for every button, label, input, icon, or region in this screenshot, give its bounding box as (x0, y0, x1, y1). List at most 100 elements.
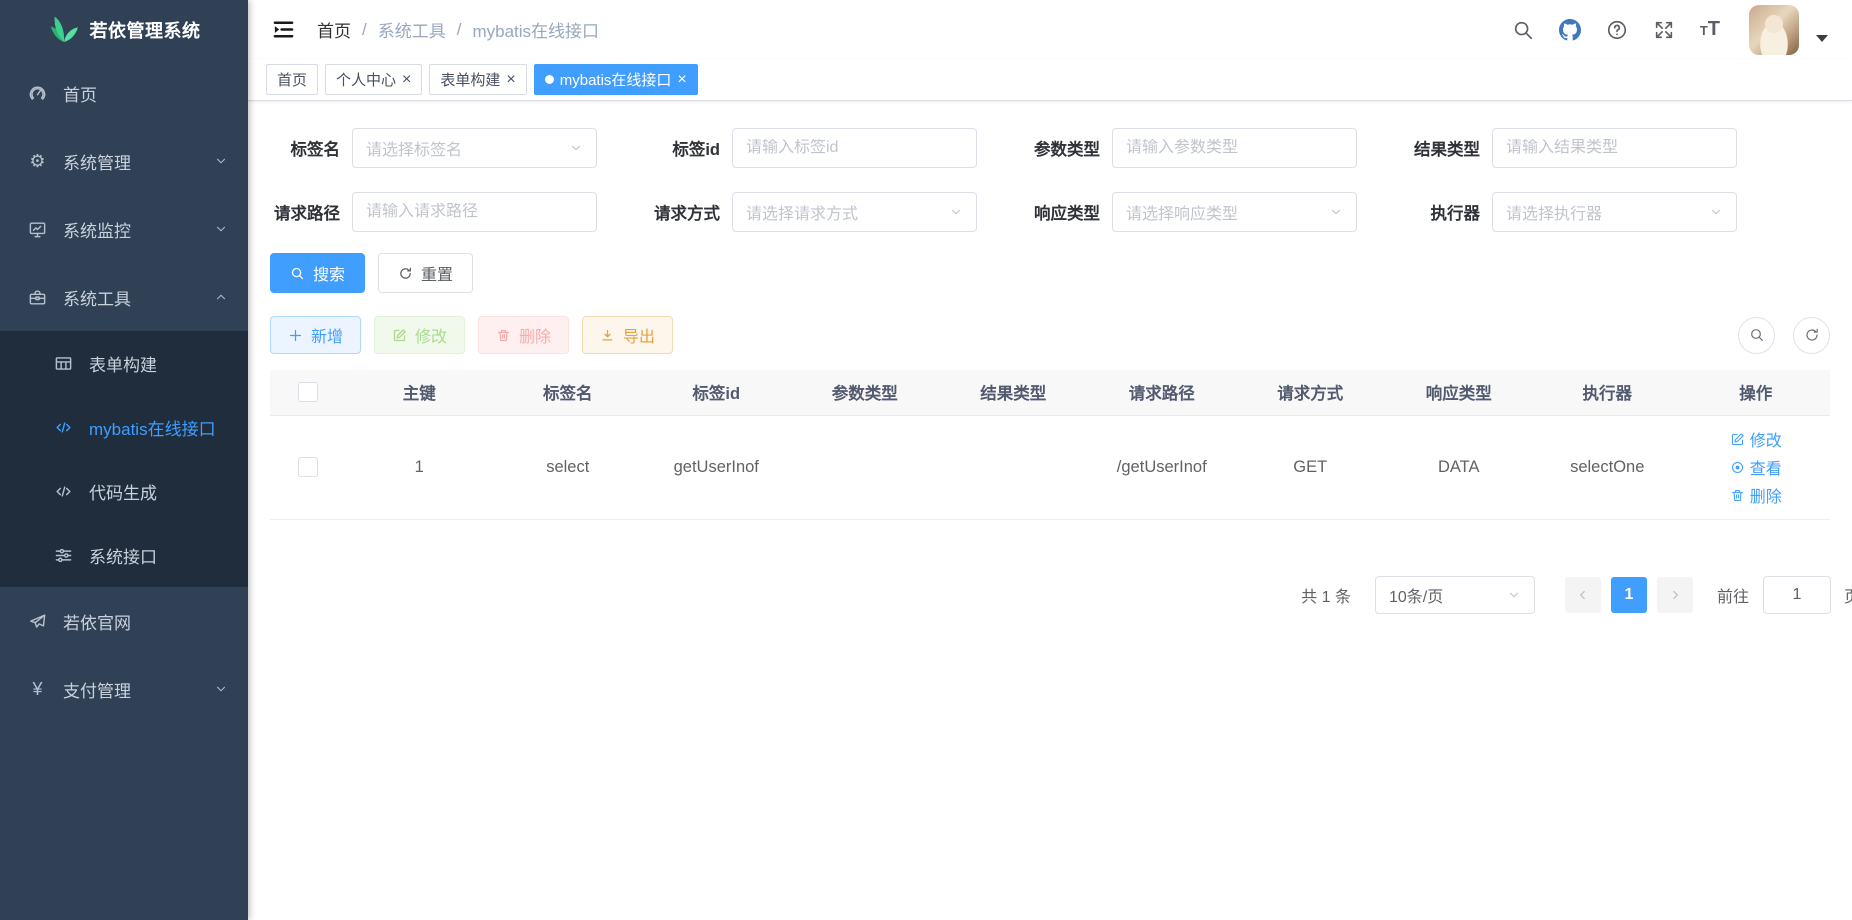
next-page-button[interactable] (1657, 577, 1693, 613)
sidebar-item-system-api[interactable]: 系统接口 (0, 523, 248, 587)
field-request-path: 请求路径 (270, 192, 597, 232)
caret-down-icon[interactable] (1816, 35, 1828, 42)
param-type-input[interactable] (1126, 139, 1343, 157)
question-icon[interactable] (1606, 19, 1628, 41)
sidebar-item-label: 系统监控 (63, 217, 131, 242)
field-request-method: 请求方式 请选择请求方式 (650, 192, 977, 232)
cell-result-type (939, 415, 1088, 519)
executor-select[interactable]: 请选择执行器 (1492, 192, 1737, 232)
sidebar-fold-icon[interactable] (272, 18, 295, 41)
tab-home[interactable]: 首页 (266, 64, 318, 95)
request-method-select[interactable]: 请选择请求方式 (732, 192, 977, 232)
sidebar-item-label: 系统管理 (63, 149, 131, 174)
chevron-down-icon (949, 205, 963, 219)
refresh-circle-icon (1804, 327, 1820, 343)
breadcrumb-item: 系统工具 (378, 17, 446, 42)
sliders-icon (54, 546, 73, 565)
github-icon[interactable] (1559, 19, 1581, 41)
search-actions: 搜索 重置 (270, 253, 1830, 293)
request-path-input[interactable] (366, 203, 583, 221)
total-count: 共 1 条 (1301, 583, 1351, 607)
search-form: 标签名 请选择标签名 标签id 参数类型 结果类型 (270, 128, 1830, 232)
response-type-select[interactable]: 请选择响应类型 (1112, 192, 1357, 232)
cell-tag-id: getUserInof (642, 415, 791, 519)
page-number-button[interactable]: 1 (1611, 577, 1647, 613)
row-delete-link[interactable]: 删除 (1730, 483, 1782, 507)
avatar[interactable] (1749, 5, 1799, 55)
tag-name-select[interactable]: 请选择标签名 (352, 128, 597, 168)
fullscreen-icon[interactable] (1653, 19, 1675, 41)
app-logo[interactable]: 若依管理系统 (0, 0, 248, 59)
download-icon (600, 328, 615, 343)
close-icon[interactable]: × (506, 72, 515, 88)
sidebar-item-ruoyi-website[interactable]: 若依官网 (0, 587, 248, 655)
field-tag-id: 标签id (650, 128, 977, 168)
active-dot (545, 75, 554, 84)
table-row[interactable]: 1 select getUserInof /getUserInof GET DA… (270, 415, 1830, 519)
tab-form-builder[interactable]: 表单构建 × (429, 64, 526, 95)
delete-button[interactable]: 删除 (478, 316, 569, 354)
refresh-table-button[interactable] (1793, 317, 1830, 354)
view-icon (1730, 460, 1745, 475)
trash-icon (496, 328, 511, 343)
chevron-down-icon (1507, 588, 1521, 602)
tab-label: 表单构建 (440, 69, 500, 90)
row-view-link[interactable]: 查看 (1730, 455, 1782, 479)
dashboard-icon (28, 84, 47, 103)
close-icon[interactable]: × (677, 72, 686, 88)
row-actions: 修改 查看 删除 (1682, 427, 1831, 507)
search-icon[interactable] (1512, 19, 1534, 41)
select-all-checkbox[interactable] (298, 382, 318, 402)
sidebar-item-mybatis-api[interactable]: mybatis在线接口 (0, 395, 248, 459)
tag-id-input-wrap (732, 128, 977, 168)
field-label: 请求路径 (270, 200, 340, 224)
toolbar-right (1738, 317, 1830, 354)
row-checkbox[interactable] (298, 457, 318, 477)
row-edit-link[interactable]: 修改 (1730, 427, 1782, 451)
cell-tag-name: select (494, 415, 643, 519)
sidebar-item-payment-manage[interactable]: ¥ 支付管理 (0, 655, 248, 723)
trash-icon (1730, 488, 1745, 503)
result-type-input[interactable] (1506, 139, 1723, 157)
chevron-down-icon (214, 222, 228, 236)
export-button[interactable]: 导出 (582, 316, 673, 354)
sidebar-item-system-manage[interactable]: ⚙ 系统管理 (0, 127, 248, 195)
reset-button[interactable]: 重置 (378, 253, 473, 293)
chevron-down-icon (214, 154, 228, 168)
tab-label: mybatis在线接口 (560, 69, 672, 90)
table-grid-icon (54, 354, 73, 373)
breadcrumb-home[interactable]: 首页 (317, 17, 351, 42)
add-button[interactable]: 新增 (270, 316, 361, 354)
sidebar-item-system-monitor[interactable]: 系统监控 (0, 195, 248, 263)
toggle-search-button[interactable] (1738, 317, 1775, 354)
leaf-logo-icon (48, 14, 80, 46)
field-label: 响应类型 (1030, 200, 1100, 224)
prev-page-button[interactable] (1565, 577, 1601, 613)
app-title: 若依管理系统 (90, 17, 201, 43)
col-header: 响应类型 (1385, 370, 1534, 415)
edit-button[interactable]: 修改 (374, 316, 465, 354)
sidebar-item-form-builder[interactable]: 表单构建 (0, 331, 248, 395)
col-header: 结果类型 (939, 370, 1088, 415)
fontsize-icon[interactable]: TT (1700, 18, 1720, 41)
search-button[interactable]: 搜索 (270, 253, 365, 293)
field-executor: 执行器 请选择执行器 (1410, 192, 1737, 232)
goto-label: 前往 (1717, 583, 1749, 607)
close-icon[interactable]: × (402, 72, 411, 88)
goto-page-input[interactable]: 1 (1763, 576, 1831, 614)
field-tag-name: 标签名 请选择标签名 (270, 128, 597, 168)
tag-id-input[interactable] (746, 139, 963, 157)
tab-mybatis-api[interactable]: mybatis在线接口 × (534, 64, 698, 95)
table-header-row: 主键 标签名 标签id 参数类型 结果类型 请求路径 请求方式 响应类型 执行器… (270, 370, 1830, 415)
cell-response-type: DATA (1385, 415, 1534, 519)
col-header: 请求路径 (1088, 370, 1237, 415)
sidebar-item-system-tools[interactable]: 系统工具 (0, 263, 248, 331)
chevron-right-icon (1668, 588, 1682, 602)
pagination: 共 1 条 10条/页 1 前往 1 页 (270, 576, 1830, 614)
cell-param-type (791, 415, 940, 519)
page-size-select[interactable]: 10条/页 (1375, 576, 1535, 614)
sidebar-item-code-gen[interactable]: 代码生成 (0, 459, 248, 523)
tab-profile[interactable]: 个人中心 × (325, 64, 422, 95)
edit-icon (392, 328, 407, 343)
sidebar-item-home[interactable]: 首页 (0, 59, 248, 127)
